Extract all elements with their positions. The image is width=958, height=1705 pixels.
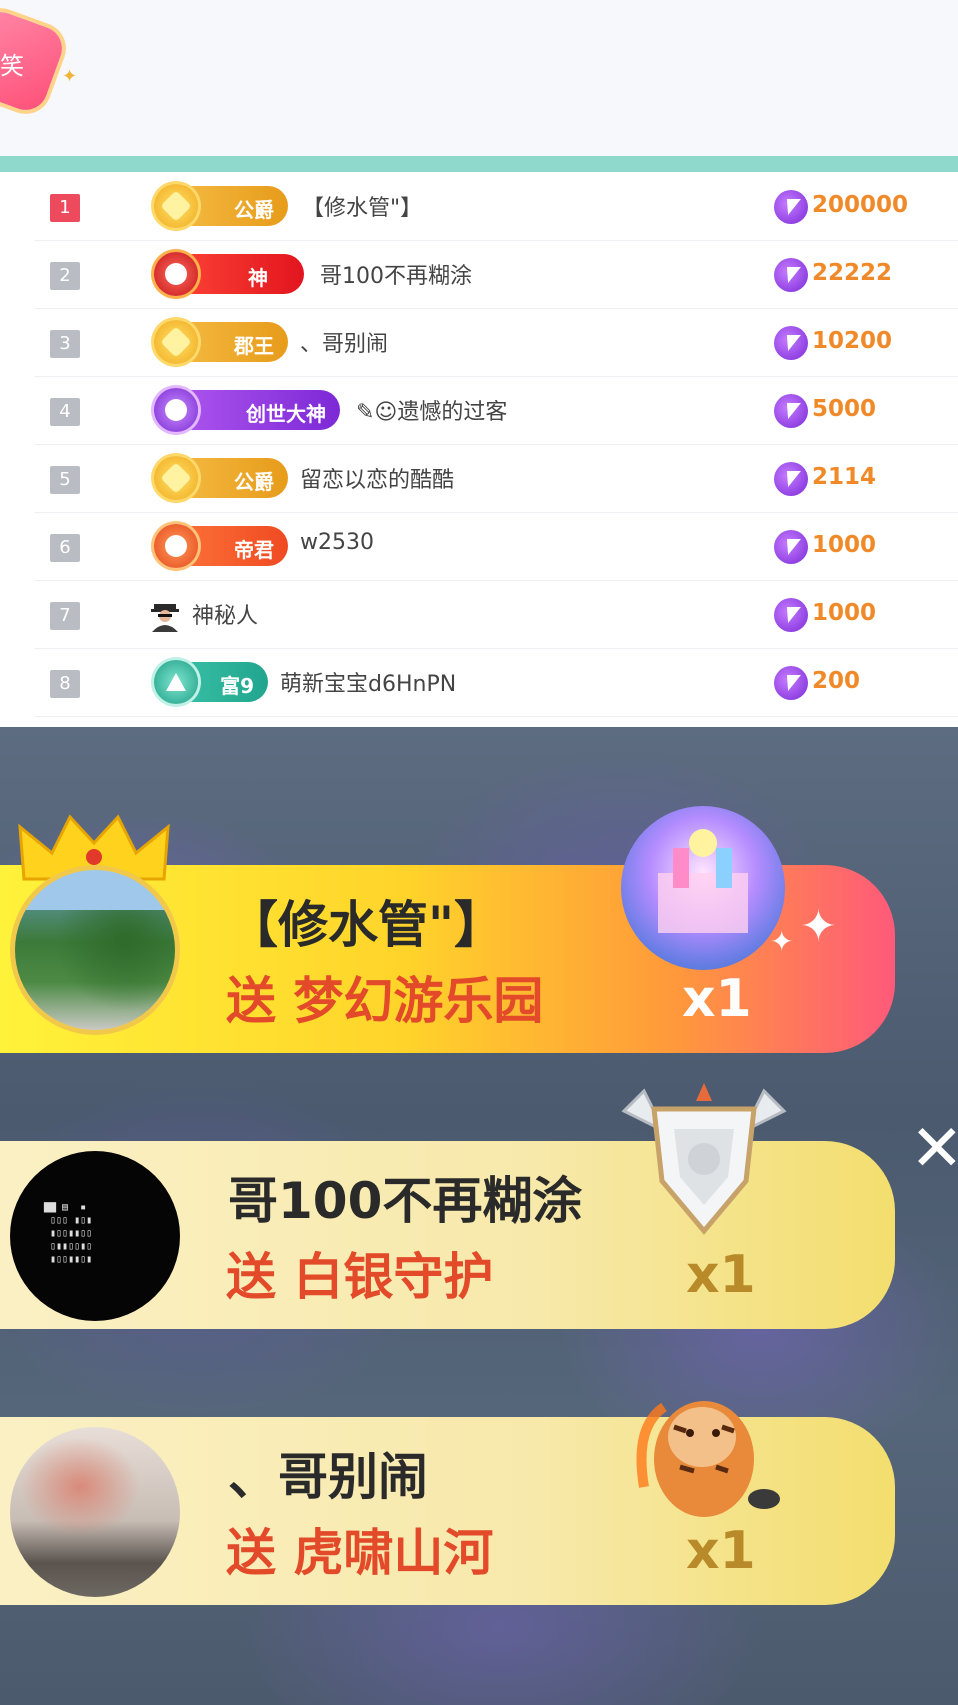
rank-number: 1 (50, 194, 80, 222)
level-badge: 公爵 (154, 456, 288, 500)
contribution-amount: 22222 (812, 260, 893, 286)
level-label: 公爵 (234, 198, 274, 222)
level-label: 创世大神 (246, 402, 326, 426)
gift-description: 送 白银守护 (226, 1248, 494, 1306)
user-name[interactable]: w2530 (300, 530, 374, 555)
gift-count: x1 (686, 1521, 756, 1581)
level-badge: 帝君 (154, 524, 288, 568)
divider-bar (0, 156, 958, 172)
close-icon[interactable]: ✕ (910, 1117, 958, 1181)
sender-name: 哥100不再糊涂 (228, 1172, 583, 1230)
lightning-coin-icon (774, 258, 808, 292)
contribution-amount: 200 (812, 668, 861, 694)
sender-avatar[interactable]: ▇▇ ▤ ▪ ▯▯▯ ▮▯▮ ▮▯▯▮▮▯▯ ▯▮▮▯▯▮▯ ▮▯▯▮▮▯▮ (10, 1151, 180, 1321)
contribution-amount: 1000 (812, 600, 877, 626)
gift-count: x1 (682, 969, 752, 1029)
lightning-coin-icon (774, 598, 808, 632)
ranking-row[interactable]: 8 富9 萌新宝宝d6HnPN 200 (34, 648, 958, 717)
user-name[interactable]: 哥100不再糊涂 (320, 258, 472, 290)
level-badge: 郡王 (154, 320, 288, 364)
lightning-coin-icon (774, 666, 808, 700)
level-orb-icon (154, 456, 198, 500)
sparkle-icon: ✦ (800, 901, 837, 952)
silver-guardian-shield-icon (621, 1083, 787, 1235)
level-label: 公爵 (234, 470, 274, 494)
contribution-amount: 2114 (812, 464, 877, 490)
contribution-amount: 200000 (812, 192, 909, 218)
contribution-amount: 10200 (812, 328, 893, 354)
level-badge: 公爵 (154, 184, 288, 228)
user-name[interactable]: 留恋以恋的酷酷 (300, 462, 454, 494)
gift-banner: 【修水管"】 送 梦幻游乐园 x1 ✦ ✦ (0, 806, 895, 1053)
ranking-row[interactable]: 7 神秘人 1000 (34, 580, 958, 649)
top-badge-label: 笑 (0, 52, 24, 80)
level-label: 帝君 (234, 538, 274, 562)
ranking-row[interactable]: 2 神 哥100不再糊涂 22222 (34, 240, 958, 309)
live-video-background: 【修水管"】 送 梦幻游乐园 x1 ✦ ✦ ▇▇ ▤ ▪ ▯▯▯ ▮▯▮ ▮▯▯… (0, 727, 958, 1705)
level-orb-icon (154, 524, 198, 568)
gift-banner: 、哥别闹 送 虎啸山河 x1 (0, 1401, 895, 1605)
ranking-row[interactable]: 4 创世大神 ✎☺遗憾的过客 5000 (34, 376, 958, 445)
contribution-amount: 1000 (812, 532, 877, 558)
lightning-coin-icon (774, 394, 808, 428)
user-name[interactable]: 、哥别闹 (300, 326, 388, 358)
lightning-coin-icon (774, 462, 808, 496)
top-area: 笑 ✦ (0, 0, 958, 156)
lightning-coin-icon (774, 326, 808, 360)
level-orb-icon (154, 184, 198, 228)
lightning-coin-icon (774, 190, 808, 224)
level-orb-icon (154, 320, 198, 364)
level-badge: 神 (154, 252, 304, 296)
user-name[interactable]: 萌新宝宝d6HnPN (280, 666, 456, 698)
level-badge: 创世大神 (154, 388, 340, 432)
user-name[interactable]: ✎☺遗憾的过客 (356, 394, 507, 426)
ranking-row[interactable]: 3 郡王 、哥别闹 10200 (34, 308, 958, 377)
level-orb-icon (154, 388, 198, 432)
rank-number: 3 (50, 330, 80, 358)
sender-avatar[interactable] (10, 1427, 180, 1597)
sparkle-icon: ✦ (770, 925, 794, 958)
gift-description: 送 梦幻游乐园 (226, 972, 544, 1030)
rank-number: 2 (50, 262, 80, 290)
spy-icon (151, 604, 179, 632)
rank-number: 6 (50, 534, 80, 562)
tiger-gift-icon (636, 1401, 780, 1517)
level-orb-icon (154, 252, 198, 296)
level-label: 富9 (220, 674, 254, 698)
ranking-row[interactable]: 6 帝君 w2530 1000 (34, 512, 958, 581)
rank-number: 5 (50, 466, 80, 494)
level-badge: 富9 (154, 660, 268, 704)
level-label: 神 (248, 266, 268, 290)
user-name[interactable]: 【修水管"】 (302, 190, 422, 222)
level-label: 郡王 (234, 334, 274, 358)
gift-banner: ▇▇ ▤ ▪ ▯▯▯ ▮▯▮ ▮▯▯▮▮▯▯ ▯▮▮▯▯▮▯ ▮▯▯▮▮▯▮ 哥… (0, 1083, 895, 1329)
ranking-row[interactable]: 1 公爵 【修水管"】 200000 (34, 172, 958, 241)
rank-number: 8 (50, 670, 80, 698)
rank-number: 7 (50, 602, 80, 630)
level-orb-icon (154, 660, 198, 704)
sparkle-icon: ✦ (62, 66, 78, 87)
lightning-coin-icon (774, 530, 808, 564)
ranking-row[interactable]: 5 公爵 留恋以恋的酷酷 2114 (34, 444, 958, 513)
sender-name: 【修水管"】 (228, 896, 505, 954)
gift-count: x1 (686, 1245, 756, 1305)
rank-number: 4 (50, 398, 80, 426)
sender-avatar[interactable] (10, 865, 180, 1035)
user-name[interactable]: 神秘人 (192, 598, 258, 630)
amusement-park-gift-icon (621, 806, 785, 970)
contribution-amount: 5000 (812, 396, 877, 422)
contribution-ranking-list: 1 公爵 【修水管"】 200000 2 神 哥100不再糊涂 22222 3 … (0, 172, 958, 727)
sender-name: 、哥别闹 (228, 1448, 428, 1506)
gift-description: 送 虎啸山河 (226, 1524, 494, 1582)
